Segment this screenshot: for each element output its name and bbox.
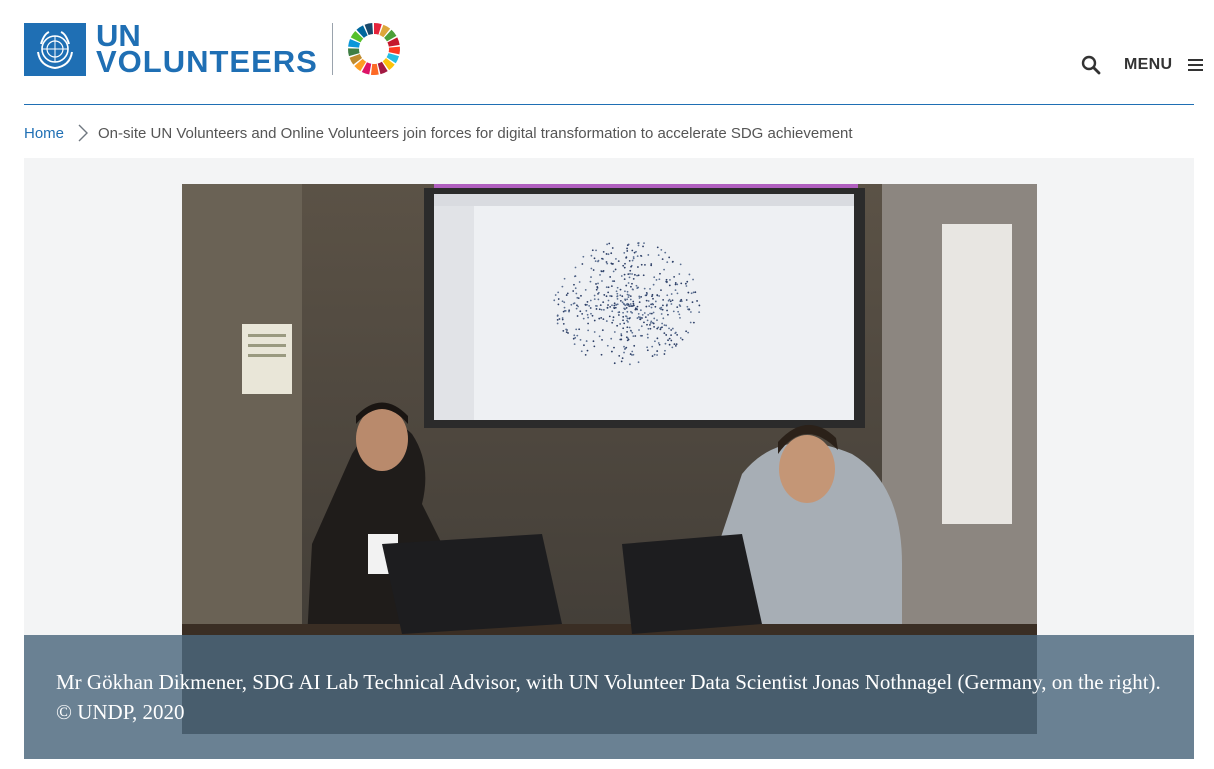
menu-label: MENU bbox=[1124, 56, 1173, 73]
sdg-wheel-icon bbox=[347, 23, 400, 75]
breadcrumb: Home On-site UN Volunteers and Online Vo… bbox=[24, 122, 853, 144]
menu-button[interactable]: MENU bbox=[1124, 54, 1204, 76]
un-emblem-icon bbox=[24, 22, 86, 76]
hamburger-icon bbox=[1188, 59, 1204, 71]
search-button[interactable] bbox=[1080, 54, 1102, 76]
logo-divider bbox=[331, 23, 333, 75]
caption-text: Mr Gökhan Dikmener, SDG AI Lab Technical… bbox=[56, 670, 1161, 724]
site-header: UN VOLUNTEERS MENU bbox=[0, 0, 1214, 104]
header-divider bbox=[24, 104, 1194, 105]
logo-wordmark: UN VOLUNTEERS bbox=[96, 20, 318, 79]
breadcrumb-home-link[interactable]: Home bbox=[24, 125, 64, 142]
article-hero: Mr Gökhan Dikmener, SDG AI Lab Technical… bbox=[24, 158, 1194, 759]
un-volunteers-logo[interactable]: UN VOLUNTEERS bbox=[24, 20, 401, 79]
logo-line-volunteers: VOLUNTEERS bbox=[96, 44, 318, 79]
breadcrumb-current: On-site UN Volunteers and Online Volunte… bbox=[98, 124, 853, 142]
search-icon bbox=[1081, 55, 1101, 75]
photo-caption: Mr Gökhan Dikmener, SDG AI Lab Technical… bbox=[24, 635, 1194, 759]
chevron-right-icon bbox=[78, 124, 89, 142]
